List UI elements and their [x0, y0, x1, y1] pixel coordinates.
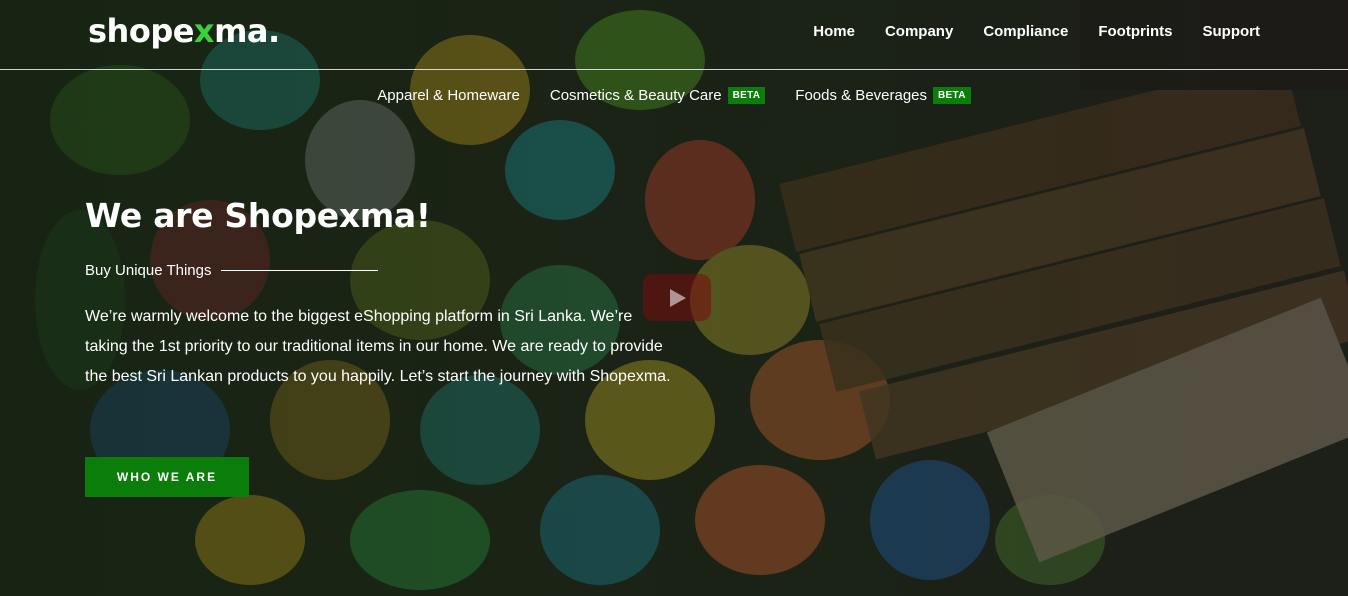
category-label: Foods & Beverages: [795, 87, 928, 104]
nav-company[interactable]: Company: [885, 23, 953, 40]
category-label: Apparel & Homeware: [377, 87, 520, 104]
logo-text-accent: x: [193, 12, 215, 50]
category-nav: Apparel & Homeware Cosmetics & Beauty Ca…: [0, 87, 1348, 104]
nav-support[interactable]: Support: [1203, 23, 1261, 40]
hero-tagline: Buy Unique Things: [85, 262, 379, 279]
nav-home[interactable]: Home: [813, 23, 855, 40]
nav-footprints[interactable]: Footprints: [1098, 23, 1172, 40]
beta-badge: BETA: [933, 87, 971, 104]
hero-intro-text: We’re warmly welcome to the biggest eSho…: [85, 308, 671, 385]
category-label: Cosmetics & Beauty Care: [549, 87, 722, 104]
hero-section: shopexma. Home Company Compliance Footpr…: [0, 0, 1348, 596]
beta-badge: BETA: [727, 87, 766, 104]
main-nav: Home Company Compliance Footprints Suppo…: [813, 23, 1260, 40]
tagline-divider: [221, 270, 379, 271]
nav-compliance[interactable]: Compliance: [983, 23, 1068, 40]
category-foods-beverages[interactable]: Foods & Beverages BETA: [795, 87, 971, 104]
logo-text-end: ma.: [214, 12, 280, 50]
who-we-are-button[interactable]: WHO WE ARE: [85, 457, 249, 497]
category-apparel-homeware[interactable]: Apparel & Homeware: [377, 87, 520, 104]
hero-title: We are Shopexma!: [85, 196, 431, 235]
tagline-text: Buy Unique Things: [85, 262, 212, 279]
category-cosmetics-beauty[interactable]: Cosmetics & Beauty Care BETA: [549, 87, 766, 104]
logo-text-main: shope: [88, 12, 194, 50]
brand-logo[interactable]: shopexma.: [88, 12, 280, 50]
nav-divider: [0, 69, 1348, 70]
